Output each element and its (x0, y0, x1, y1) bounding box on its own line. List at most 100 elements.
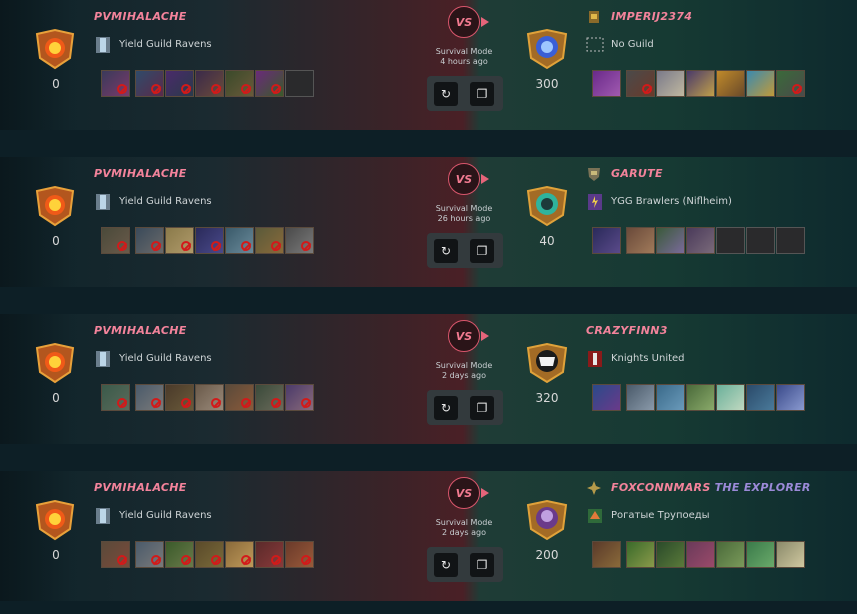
card[interactable] (101, 384, 130, 411)
left-player-name[interactable]: PVMIHALACHE (94, 324, 187, 337)
banned-icon (181, 555, 191, 565)
card[interactable] (746, 70, 775, 97)
card[interactable] (716, 384, 745, 411)
card[interactable] (135, 227, 164, 254)
card[interactable] (686, 227, 715, 254)
card[interactable] (592, 227, 621, 254)
card[interactable] (285, 227, 314, 254)
left-guild-name[interactable]: Yield Guild Ravens (119, 196, 212, 207)
left-team-cards (101, 70, 315, 99)
card[interactable] (656, 384, 685, 411)
card[interactable] (592, 70, 621, 97)
card[interactable] (626, 227, 655, 254)
card[interactable] (686, 541, 715, 568)
replay-button[interactable]: ↻ (434, 396, 458, 420)
left-guild-name[interactable]: Yield Guild Ravens (119, 39, 212, 50)
card[interactable] (716, 70, 745, 97)
copy-button[interactable]: ❐ (470, 396, 494, 420)
right-guild-name[interactable]: YGG Brawlers (Niflheim) (611, 196, 732, 207)
card[interactable] (776, 70, 805, 97)
banned-icon (241, 555, 251, 565)
guild-banner-icon (588, 194, 602, 210)
right-score: 300 (535, 77, 559, 91)
card[interactable] (225, 227, 254, 254)
right-guild-name[interactable]: No Guild (611, 39, 654, 50)
card[interactable] (656, 70, 685, 97)
battle-row: 0 PVMIHALACHE Yield Guild Ravens VS Surv… (0, 471, 857, 614)
opponent-league-badge (526, 185, 568, 227)
card[interactable] (101, 70, 130, 97)
card[interactable] (686, 384, 715, 411)
card[interactable] (656, 541, 685, 568)
card[interactable] (626, 541, 655, 568)
card[interactable] (686, 70, 715, 97)
replay-button[interactable]: ↻ (434, 553, 458, 577)
card[interactable] (255, 70, 284, 97)
card[interactable] (716, 541, 745, 568)
player-league-badge (35, 342, 75, 384)
battle-info: Survival Mode 2 days ago (414, 361, 514, 381)
copy-button[interactable]: ❐ (470, 239, 494, 263)
card[interactable] (285, 541, 314, 568)
card[interactable] (626, 70, 655, 97)
card[interactable] (165, 384, 194, 411)
left-player-name[interactable]: PVMIHALACHE (94, 10, 187, 23)
card[interactable] (135, 70, 164, 97)
player-name-text: FOXCONNMARS (611, 481, 711, 494)
card[interactable] (746, 384, 775, 411)
left-player-name[interactable]: PVMIHALACHE (94, 481, 187, 494)
card[interactable] (255, 384, 284, 411)
card[interactable] (592, 541, 621, 568)
copy-button[interactable]: ❐ (470, 82, 494, 106)
card[interactable] (195, 541, 224, 568)
replay-button[interactable]: ↻ (434, 82, 458, 106)
card[interactable] (165, 227, 194, 254)
left-player-name[interactable]: PVMIHALACHE (94, 167, 187, 180)
left-guild-name[interactable]: Yield Guild Ravens (119, 353, 212, 364)
card[interactable] (776, 384, 805, 411)
copy-icon: ❐ (476, 558, 488, 572)
card[interactable] (285, 384, 314, 411)
card[interactable] (626, 384, 655, 411)
card[interactable] (255, 541, 284, 568)
card[interactable] (225, 541, 254, 568)
card[interactable] (255, 227, 284, 254)
card[interactable] (135, 384, 164, 411)
left-guild-name[interactable]: Yield Guild Ravens (119, 510, 212, 521)
right-player-name[interactable]: FOXCONNMARS THE EXPLORER (611, 481, 811, 494)
right-guild-name[interactable]: Рогатые Трупоеды (611, 510, 710, 521)
card[interactable] (195, 70, 224, 97)
banned-icon (211, 84, 221, 94)
card[interactable] (195, 227, 224, 254)
right-player-name[interactable]: GARUTE (611, 167, 667, 180)
right-player-name[interactable]: IMPERIJ2374 (611, 10, 696, 23)
card[interactable] (195, 384, 224, 411)
card[interactable] (592, 384, 621, 411)
right-guild-name[interactable]: Knights United (611, 353, 685, 364)
card-empty-slot (716, 227, 745, 254)
left-score: 0 (52, 77, 60, 91)
banned-icon (117, 84, 127, 94)
player-league-badge (35, 185, 75, 227)
guild-banner-icon (588, 509, 602, 523)
banned-icon (211, 555, 221, 565)
card[interactable] (746, 541, 775, 568)
replay-button[interactable]: ↻ (434, 239, 458, 263)
battle-actions: ↻ ❐ (427, 76, 503, 111)
card[interactable] (135, 541, 164, 568)
card[interactable] (776, 541, 805, 568)
copy-button[interactable]: ❐ (470, 553, 494, 577)
banned-icon (151, 84, 161, 94)
copy-icon: ❐ (476, 87, 488, 101)
guild-banner-icon (96, 194, 110, 210)
card[interactable] (165, 541, 194, 568)
card[interactable] (656, 227, 685, 254)
right-player-name[interactable]: CRAZYFINN3 (586, 324, 672, 337)
card[interactable] (101, 227, 130, 254)
guild-banner-icon (96, 508, 110, 524)
card[interactable] (101, 541, 130, 568)
card[interactable] (225, 70, 254, 97)
guild-banner-icon (96, 351, 110, 367)
card[interactable] (165, 70, 194, 97)
card[interactable] (225, 384, 254, 411)
